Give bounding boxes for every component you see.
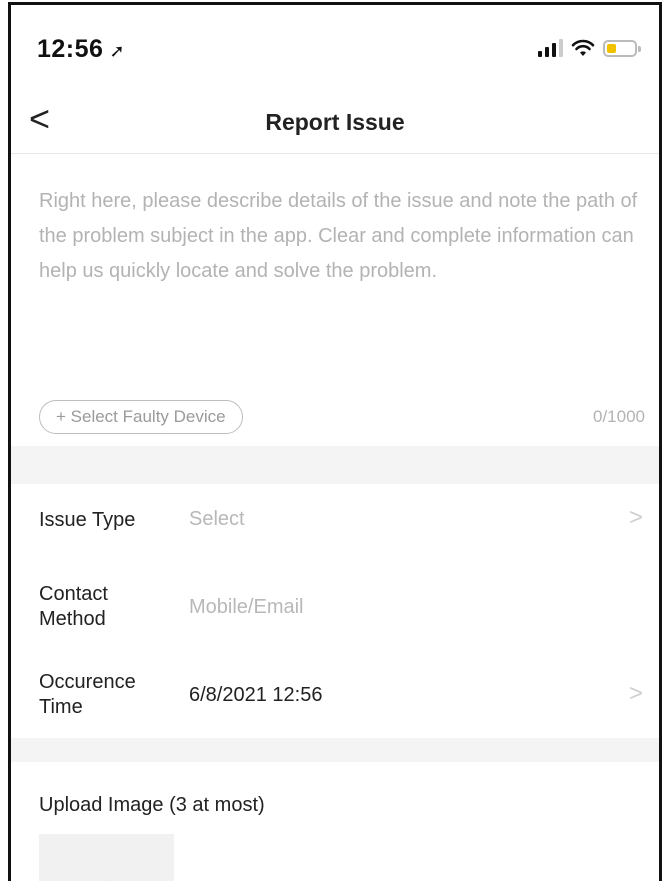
cellular-signal-icon xyxy=(538,39,563,57)
description-placeholder[interactable]: Right here, please describe details of t… xyxy=(39,184,639,289)
occurrence-time-label: Occurence Time xyxy=(39,671,136,718)
contact-method-input[interactable]: Mobile/Email xyxy=(189,596,303,619)
contact-method-row[interactable]: Contact Method Mobile/Email xyxy=(11,572,659,642)
character-counter: 0/1000 xyxy=(593,407,645,426)
issue-type-select[interactable]: Select xyxy=(189,508,245,531)
add-image-button[interactable]: + xyxy=(39,834,174,881)
issue-type-label: Issue Type xyxy=(39,509,136,531)
battery-icon xyxy=(603,39,641,57)
contact-method-label: Contact Method xyxy=(39,583,108,630)
navigation-bar: < Report Issue xyxy=(11,89,659,154)
issue-type-row[interactable]: Issue Type Select > xyxy=(11,484,659,554)
status-bar: 12:56 ➚ xyxy=(11,5,659,89)
wifi-icon xyxy=(571,39,595,56)
issue-description-area[interactable]: Right here, please describe details of t… xyxy=(11,154,659,446)
select-faulty-device-button[interactable]: + Select Faulty Device xyxy=(39,400,243,434)
section-divider xyxy=(11,446,659,484)
location-arrow-icon: ➚ xyxy=(109,41,126,61)
section-divider xyxy=(11,738,659,762)
page-title: Report Issue xyxy=(265,109,405,135)
chevron-right-icon: > xyxy=(628,504,643,531)
occurrence-time-value[interactable]: 6/8/2021 12:56 xyxy=(189,684,322,707)
clock-text: 12:56 xyxy=(37,35,104,63)
upload-image-title: Upload Image (3 at most) xyxy=(39,794,265,816)
phone-screen: 12:56 ➚ < Report Issue Right here, pleas… xyxy=(8,2,662,881)
battery-level xyxy=(607,43,616,53)
plus-icon: + xyxy=(99,872,114,881)
status-time: 12:56 ➚ xyxy=(37,35,125,64)
chevron-right-icon: > xyxy=(628,680,643,707)
status-icons xyxy=(538,39,641,57)
occurrence-time-row[interactable]: Occurence Time 6/8/2021 12:56 > xyxy=(11,660,659,730)
